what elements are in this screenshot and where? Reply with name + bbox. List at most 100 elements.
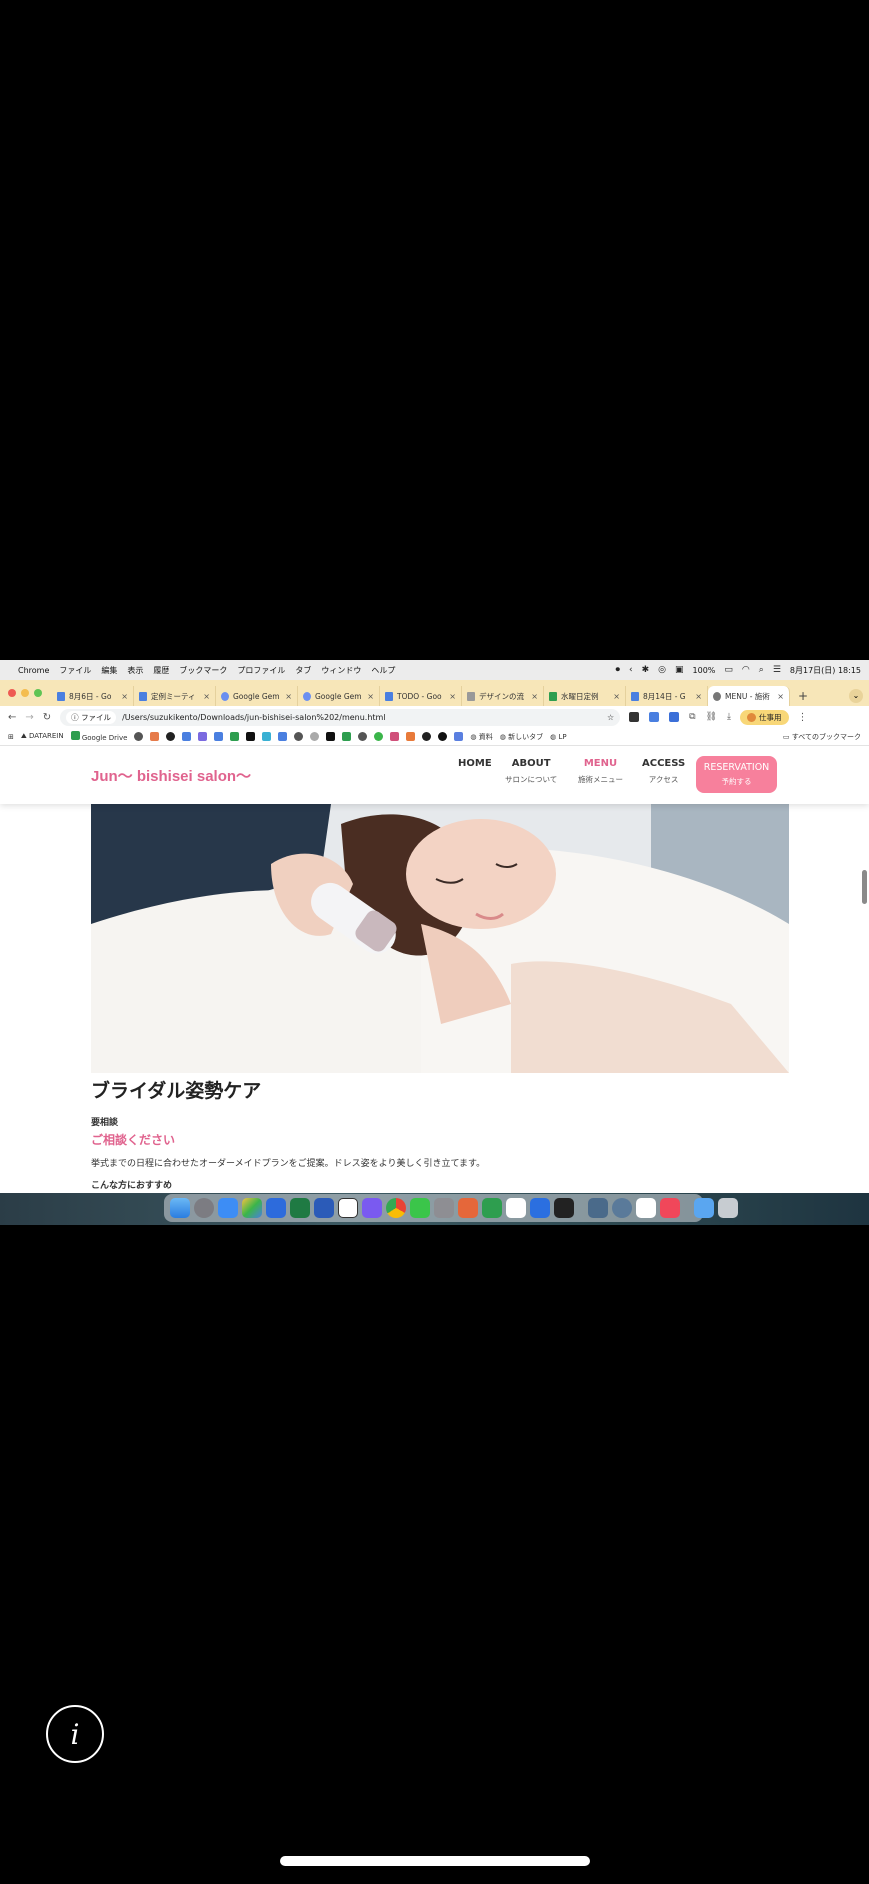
app-icon[interactable] [636, 1198, 656, 1218]
maximize-window-button[interactable] [34, 689, 42, 697]
wifi-icon[interactable]: ◠ [742, 665, 750, 675]
bookmark-icon[interactable] [230, 732, 240, 741]
nav-about[interactable]: ABOUT サロンについて [505, 758, 557, 785]
bookmark-google-drive[interactable]: Google Drive [70, 731, 127, 742]
folder-icon[interactable] [694, 1198, 714, 1218]
bookmark-icon[interactable] [390, 732, 400, 741]
terminal-icon[interactable] [554, 1198, 574, 1218]
home-indicator[interactable] [280, 1856, 590, 1866]
bookmark-icon[interactable] [166, 732, 176, 741]
menu-history[interactable]: 履歴 [153, 665, 169, 676]
preview-icon[interactable] [588, 1198, 608, 1218]
puzzle-icon[interactable]: ⧉ [689, 712, 695, 722]
word-icon[interactable] [314, 1198, 334, 1218]
menu-profile[interactable]: プロファイル [237, 665, 285, 676]
browser-tab-active[interactable]: MENU - 施術 × [708, 686, 790, 706]
zoom-icon[interactable] [266, 1198, 286, 1218]
reservation-button[interactable]: RESERVATION 予約する [696, 756, 777, 793]
close-tab-icon[interactable]: × [613, 692, 620, 701]
close-tab-icon[interactable]: × [367, 692, 374, 701]
browser-tab[interactable]: TODO - Goo × [380, 686, 462, 706]
bookmark-star-icon[interactable]: ☆ [607, 713, 614, 722]
bookmark-icon[interactable] [214, 732, 224, 741]
photos-icon[interactable] [242, 1198, 262, 1218]
bookmark-resources[interactable]: ◍ 資料 [470, 732, 492, 742]
display-icon[interactable]: ▣ [675, 665, 684, 675]
address-bar[interactable]: ⓘ ファイル /Users/suzukikento/Downloads/jun-… [60, 708, 621, 726]
music-icon[interactable] [660, 1198, 680, 1218]
bookmark-datarein[interactable]: ⛰ DATAREIN [21, 732, 64, 741]
menu-bookmarks[interactable]: ブックマーク [179, 665, 227, 676]
back-icon[interactable]: ← [8, 712, 16, 723]
nav-home[interactable]: HOME [458, 758, 492, 769]
menu-window[interactable]: ウィンドウ [321, 665, 361, 676]
bluetooth-icon[interactable]: ✱ [642, 665, 650, 675]
menu-view[interactable]: 表示 [127, 665, 143, 676]
trash-icon[interactable] [718, 1198, 738, 1218]
finder-icon[interactable] [170, 1198, 190, 1218]
browser-tab[interactable]: Google Gem × [216, 686, 298, 706]
bookmark-icon[interactable] [182, 732, 192, 741]
launchpad-icon[interactable] [194, 1198, 214, 1218]
x-icon[interactable] [246, 732, 256, 741]
bookmark-icon[interactable] [438, 732, 448, 741]
notion-icon[interactable] [338, 1198, 358, 1218]
reload-icon[interactable]: ↻ [43, 712, 51, 723]
close-tab-icon[interactable]: × [121, 692, 128, 701]
menu-clock[interactable]: 8月17日(日) 18:15 [790, 665, 861, 676]
bookmark-icon[interactable] [310, 732, 320, 741]
browser-tab[interactable]: Google Gem × [298, 686, 380, 706]
bookmark-icon[interactable] [454, 732, 464, 741]
menu-tab[interactable]: タブ [295, 665, 311, 676]
extension-icon[interactable] [669, 712, 680, 722]
browser-tab[interactable]: 8月6日 - Go × [52, 686, 134, 706]
forward-icon[interactable]: → [25, 712, 33, 723]
line-icon[interactable] [410, 1198, 430, 1218]
bookmark-lp[interactable]: ◍ LP [550, 733, 566, 741]
nav-menu[interactable]: MENU 施術メニュー [578, 758, 623, 785]
bookmark-icon[interactable] [374, 732, 384, 741]
search-icon[interactable]: ⌕ [759, 665, 764, 675]
record-icon[interactable]: ⏺ [615, 665, 620, 675]
menu-app-name[interactable]: Chrome [18, 666, 49, 675]
app-icon[interactable] [482, 1198, 502, 1218]
menu-help[interactable]: ヘルプ [371, 665, 395, 676]
bookmark-icon[interactable] [326, 732, 336, 741]
battery-icon[interactable]: ▭ [724, 665, 733, 675]
bookmark-icon[interactable] [406, 732, 416, 741]
minimize-window-button[interactable] [21, 689, 29, 697]
bookmark-icon[interactable] [358, 732, 368, 741]
bookmark-icon[interactable] [262, 732, 272, 741]
close-tab-icon[interactable]: × [449, 692, 456, 701]
airdrop-icon[interactable]: ◎ [658, 665, 666, 675]
download-icon[interactable]: ⤓ [727, 712, 731, 722]
bookmark-icon[interactable] [134, 732, 144, 741]
app-icon[interactable] [530, 1198, 550, 1218]
chrome-icon[interactable] [386, 1198, 406, 1218]
control-center-icon[interactable]: ☰ [773, 665, 781, 675]
mail-icon[interactable] [218, 1198, 238, 1218]
app-icon[interactable] [612, 1198, 632, 1218]
browser-tab[interactable]: デザインの流 × [462, 686, 544, 706]
excel-icon[interactable] [290, 1198, 310, 1218]
browser-tab[interactable]: 定例ミーティ × [134, 686, 216, 706]
all-bookmarks[interactable]: ▭ すべてのブックマーク [783, 732, 861, 742]
translate-icon[interactable] [649, 712, 660, 722]
info-button[interactable]: i [46, 1705, 104, 1763]
close-tab-icon[interactable]: × [777, 692, 784, 701]
profile-button[interactable]: 仕事用 [740, 709, 789, 725]
close-window-button[interactable] [8, 689, 16, 697]
chevron-left-icon[interactable]: ‹ [629, 665, 633, 675]
close-tab-icon[interactable]: × [695, 692, 702, 701]
browser-tab[interactable]: 水曜日定例 × [544, 686, 626, 706]
close-tab-icon[interactable]: × [531, 692, 538, 701]
extension-icon[interactable] [629, 712, 640, 722]
page-scrollbar[interactable] [862, 870, 867, 904]
bookmark-icon[interactable] [198, 732, 208, 741]
bookmark-icon[interactable] [342, 732, 352, 741]
site-logo[interactable]: Jun〜 bishisei salon〜 [91, 765, 251, 786]
bookmark-icon[interactable] [150, 732, 160, 741]
new-tab-button[interactable]: + [790, 686, 816, 706]
more-menu-icon[interactable]: ⋮ [798, 712, 808, 723]
nav-access[interactable]: ACCESS アクセス [642, 758, 685, 785]
